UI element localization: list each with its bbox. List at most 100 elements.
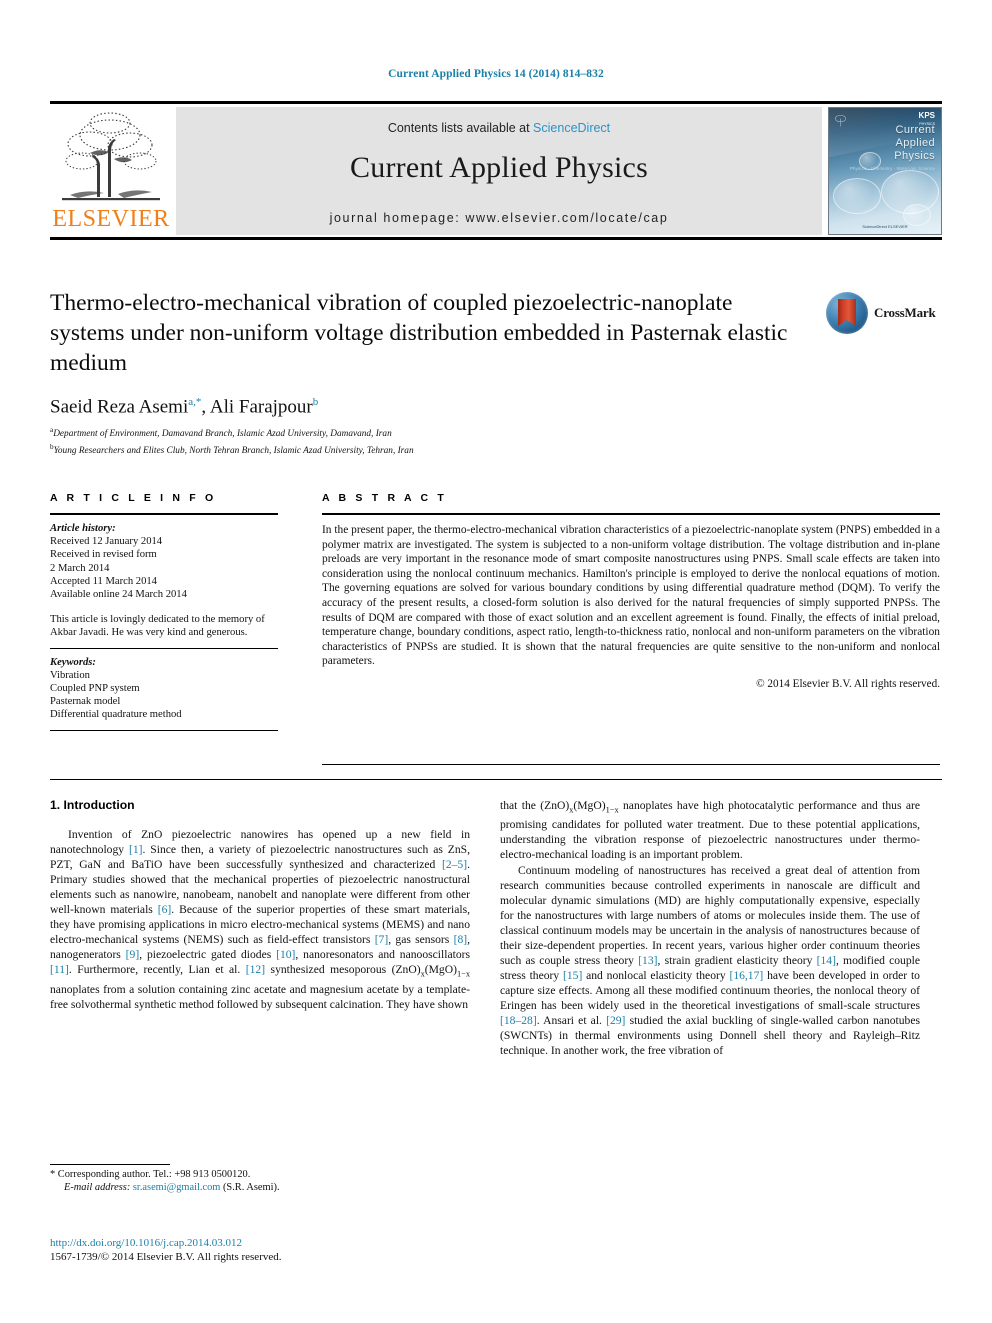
body-text: that the (ZnO) bbox=[500, 799, 570, 812]
journal-article-page: Current Applied Physics 14 (2014) 814–83… bbox=[0, 0, 992, 1323]
right-column-paragraphs: that the (ZnO)x(MgO)1−x nanoplates have … bbox=[500, 798, 920, 1058]
author-list: Saeid Reza Asemia,*, Ali Farajpourb bbox=[50, 396, 810, 418]
section-heading-introduction: 1. Introduction bbox=[50, 798, 135, 812]
citation-reference[interactable]: [1] bbox=[129, 843, 143, 856]
elsevier-tree-icon bbox=[56, 109, 166, 205]
affiliation-text: Young Researchers and Elites Club, North… bbox=[53, 445, 414, 456]
abstract-copyright: © 2014 Elsevier B.V. All rights reserved… bbox=[756, 677, 940, 690]
doi-link[interactable]: http://dx.doi.org/10.1016/j.cap.2014.03.… bbox=[50, 1237, 242, 1249]
article-history-item: Received 12 January 2014 bbox=[50, 536, 163, 548]
article-history-item: Accepted 11 March 2014 bbox=[50, 575, 157, 587]
crossmark-icon bbox=[826, 292, 868, 334]
abstract-heading: A B S T R A C T bbox=[322, 492, 447, 504]
article-history-items: Received 12 January 2014 Received in revi… bbox=[50, 535, 278, 601]
body-column-left: 1. Introduction Invention of ZnO piezoel… bbox=[50, 798, 470, 1012]
citation-reference[interactable]: [13] bbox=[638, 954, 657, 967]
cover-bubble-large bbox=[833, 178, 881, 214]
body-text: (MgO) bbox=[424, 963, 457, 977]
affiliation-list: aDepartment of Environment, Damavand Bra… bbox=[50, 424, 810, 457]
body-text: , piezoelectric gated diodes bbox=[139, 948, 277, 962]
article-info-heading: A R T I C L E I N F O bbox=[50, 492, 217, 504]
journal-homepage-line[interactable]: journal homepage: www.elsevier.com/locat… bbox=[176, 211, 822, 225]
citation-reference[interactable]: [15] bbox=[563, 969, 582, 982]
author-name[interactable]: Saeid Reza Asemi bbox=[50, 396, 188, 417]
author-affiliation-mark: b bbox=[312, 396, 319, 408]
author-name[interactable]: Ali Farajpour bbox=[210, 396, 313, 417]
citation-reference[interactable]: [10] bbox=[276, 948, 295, 961]
sciencedirect-link[interactable]: ScienceDirect bbox=[533, 121, 610, 135]
contents-lists-line: Contents lists available at ScienceDirec… bbox=[176, 121, 822, 135]
body-text: , gas sensors bbox=[388, 933, 454, 947]
footnote-line-1: * Corresponding author. Tel.: +98 913 05… bbox=[50, 1168, 470, 1181]
body-text: Continuum modeling of nanostructures has… bbox=[500, 863, 920, 967]
body-column-right: that the (ZnO)x(MgO)1−x nanoplates have … bbox=[500, 798, 920, 1058]
corresponding-author-footnote: * Corresponding author. Tel.: +98 913 05… bbox=[50, 1168, 470, 1195]
article-history-item: Received in revised form bbox=[50, 549, 157, 561]
citation-reference[interactable]: [14] bbox=[817, 954, 836, 967]
body-separator-rule bbox=[50, 779, 942, 780]
author-affiliation-mark: a,* bbox=[188, 396, 202, 408]
cover-bubble-small bbox=[859, 152, 881, 170]
body-text: . Ansari et al. bbox=[536, 1013, 607, 1027]
email-owner: (S.R. Asemi). bbox=[220, 1182, 280, 1194]
body-text: and nonlocal elasticity theory bbox=[582, 968, 730, 982]
citation-reference[interactable]: [29] bbox=[606, 1014, 625, 1027]
article-history-label: Article history: bbox=[50, 523, 116, 534]
body-text: nanoplates from a solution containing zi… bbox=[50, 982, 470, 1011]
keywords-label: Keywords: bbox=[50, 656, 96, 668]
cover-bubble-tiny bbox=[903, 204, 931, 226]
article-history-item: 2 March 2014 bbox=[50, 562, 110, 574]
keyword-item: Coupled PNP system bbox=[50, 683, 140, 695]
body-text: . Furthermore, recently, Lian et al. bbox=[68, 963, 246, 977]
crossmark-ribbon-shape bbox=[838, 299, 856, 326]
keyword-items: Vibration Coupled PNP system Pasternak mod… bbox=[50, 669, 278, 722]
abstract-text: In the present paper, the thermo-electro… bbox=[322, 524, 940, 668]
body-paragraph: Continuum modeling of nanostructures has… bbox=[500, 863, 920, 1059]
journal-cover-thumbnail: KPS PHYSICS Current Applied Physics Phys… bbox=[828, 107, 942, 235]
elsevier-wordmark: ELSEVIER bbox=[52, 206, 170, 232]
affiliation-item: bYoung Researchers and Elites Club, Nort… bbox=[50, 441, 810, 457]
citation-reference[interactable]: [12] bbox=[246, 963, 265, 976]
doi-block: http://dx.doi.org/10.1016/j.cap.2014.03.… bbox=[50, 1236, 470, 1264]
masthead-bottom-rule bbox=[50, 237, 942, 240]
article-info-section: A R T I C L E I N F O Article history: R… bbox=[50, 492, 278, 738]
cover-footer: ScienceDirect ELSEVIER bbox=[862, 224, 908, 229]
masthead-top-rule bbox=[50, 101, 942, 104]
abstract-section: A B S T R A C T In the present paper, th… bbox=[322, 492, 940, 690]
cover-title-line2: Applied bbox=[895, 137, 935, 149]
title-block: Thermo-electro-mechanical vibration of c… bbox=[50, 288, 810, 457]
footnote-rule bbox=[50, 1164, 170, 1165]
crossmark-badge[interactable]: CrossMark bbox=[826, 288, 938, 338]
body-text: , nanoresonators and nanooscillators bbox=[295, 948, 470, 962]
masthead-center: Contents lists available at ScienceDirec… bbox=[176, 107, 822, 235]
article-info-rule-3 bbox=[50, 729, 278, 731]
citation-reference[interactable]: [8] bbox=[454, 933, 468, 946]
citation-reference[interactable]: [11] bbox=[50, 963, 69, 976]
citation-reference[interactable]: [18–28] bbox=[500, 1014, 537, 1027]
keyword-item: Differential quadrature method bbox=[50, 709, 182, 721]
cover-title: Current Applied Physics bbox=[829, 124, 935, 163]
citation-reference[interactable]: [9] bbox=[126, 948, 140, 961]
subscript-text: 1−x bbox=[456, 969, 471, 979]
citation-reference[interactable]: [16,17] bbox=[729, 969, 763, 982]
article-info-rule-2 bbox=[50, 647, 278, 649]
running-head: Current Applied Physics 14 (2014) 814–83… bbox=[388, 68, 604, 80]
body-paragraph: Invention of ZnO piezoelectric nanowires… bbox=[50, 827, 470, 1012]
citation-reference[interactable]: [6] bbox=[158, 903, 172, 916]
author-separator: , bbox=[201, 396, 210, 418]
email-link[interactable]: sr.asemi@gmail.com bbox=[133, 1182, 220, 1193]
footnote-corresponding-text: Corresponding author. Tel.: +98 913 0500… bbox=[55, 1169, 251, 1180]
cover-title-line1: Current bbox=[895, 124, 935, 136]
citation-reference[interactable]: [2–5] bbox=[442, 858, 467, 871]
abstract-rule bbox=[322, 513, 940, 515]
cover-title-line3: Physics bbox=[894, 150, 935, 162]
body-text: , strain gradient elasticity theory bbox=[657, 953, 817, 967]
email-address-label: E-mail address: bbox=[64, 1182, 131, 1194]
article-history-item: Available online 24 March 2014 bbox=[50, 589, 187, 601]
footnote-line-2: E-mail address: sr.asemi@gmail.com (S.R.… bbox=[50, 1181, 470, 1194]
keyword-item: Pasternak model bbox=[50, 696, 121, 708]
subscript-text: 1−x bbox=[605, 805, 619, 815]
citation-reference[interactable]: [7] bbox=[375, 933, 389, 946]
journal-title: Current Applied Physics bbox=[350, 151, 648, 184]
article-dedication: This article is lovingly dedicated to th… bbox=[50, 614, 265, 639]
